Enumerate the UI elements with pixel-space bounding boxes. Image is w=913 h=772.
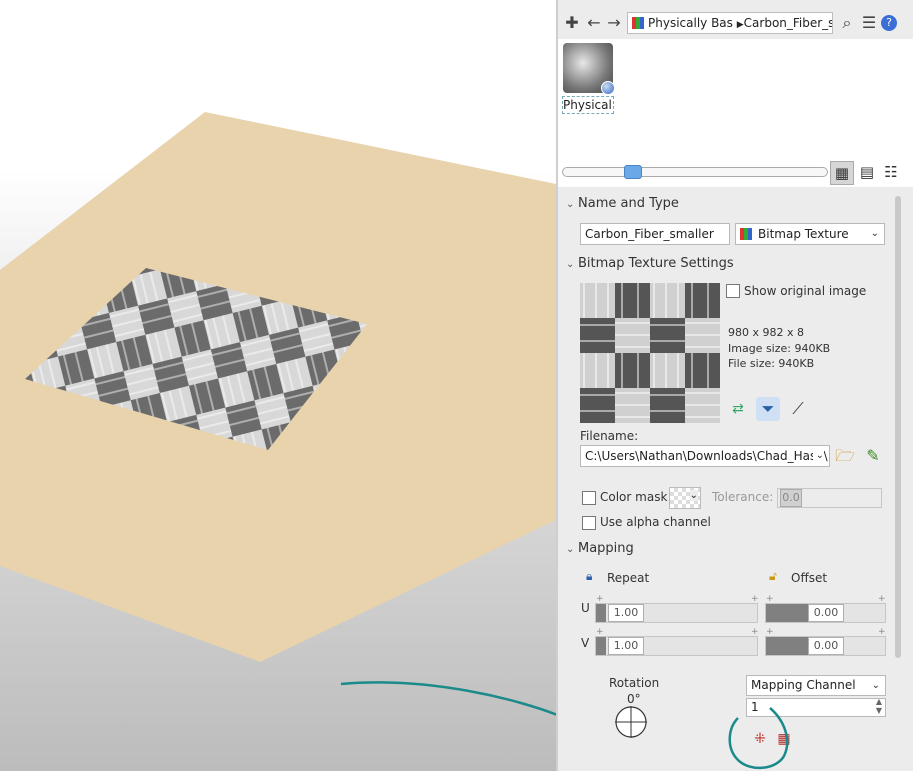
chevron-down-icon: ⌄: [566, 199, 575, 210]
material-thumbnail-list: Physical... ▦ ▤ ☷: [558, 39, 913, 187]
chevron-down-icon: ⌄: [566, 544, 575, 555]
filename-label: Filename:: [580, 429, 639, 443]
new-material-icon[interactable]: ✚: [562, 13, 582, 33]
show-original-checkbox[interactable]: [726, 284, 740, 298]
slider-fill: [766, 637, 808, 655]
menu-icon[interactable]: ☰: [859, 13, 879, 33]
panel-scrollbar[interactable]: [895, 196, 901, 658]
type-dropdown[interactable]: Bitmap Texture ⌄: [735, 223, 885, 245]
material-editor-panel: ✚ ← → Physically Bas ▶Carbon_Fiber_smal …: [556, 0, 913, 771]
repeat-v-value[interactable]: 1.00: [608, 637, 644, 655]
breadcrumb-part-1[interactable]: Physically Bas: [648, 16, 733, 30]
file-size: File size: 940KB: [728, 357, 815, 370]
spinner-arrows-icon[interactable]: ▲ ▼: [876, 699, 882, 715]
slider-fill: [596, 637, 606, 655]
back-arrow-icon[interactable]: ←: [584, 13, 604, 33]
material-swatch-icon: [632, 17, 644, 29]
mapping-channel-value: Mapping Channel: [751, 678, 856, 692]
forward-arrow-icon[interactable]: →: [604, 13, 624, 33]
use-alpha-label: Use alpha channel: [600, 515, 711, 529]
material-thumbnail-label[interactable]: Physical...: [562, 96, 614, 114]
lock-icon[interactable]: 🔒︎: [586, 569, 592, 584]
v-label: V: [581, 636, 590, 650]
toolbar: ✚ ← → Physically Bas ▶Carbon_Fiber_smal …: [558, 9, 913, 39]
3d-viewport[interactable]: [0, 0, 556, 771]
breadcrumb-separator-icon: ▶: [736, 20, 744, 30]
folder-open-icon[interactable]: 🗁: [833, 444, 857, 468]
chevron-down-icon: ⌄: [689, 490, 698, 501]
tolerance-label: Tolerance:: [712, 490, 774, 504]
chevron-down-icon: ⌄: [870, 228, 879, 239]
search-icon[interactable]: ⌕: [837, 13, 857, 33]
offset-u-slider[interactable]: 0.00: [765, 603, 886, 623]
breadcrumb[interactable]: Physically Bas ▶Carbon_Fiber_smal: [627, 12, 833, 34]
bitmap-texture-icon: [740, 228, 752, 240]
tolerance-value[interactable]: 0.0: [780, 489, 802, 507]
type-value: Bitmap Texture: [758, 227, 849, 241]
curve-icon[interactable]: ⟋: [786, 397, 810, 421]
use-alpha-checkbox[interactable]: [582, 516, 596, 530]
name-input[interactable]: Carbon_Fiber_smaller: [580, 223, 730, 245]
invert-icon[interactable]: ⇄: [726, 397, 750, 421]
thumbnail-size-slider[interactable]: [562, 167, 828, 177]
show-original-label: Show original image: [744, 284, 867, 298]
section-mapping[interactable]: ⌄ Mapping: [566, 541, 634, 556]
offset-v-slider[interactable]: 0.00: [765, 636, 886, 656]
repeat-u-value[interactable]: 1.00: [608, 604, 644, 622]
filename-input[interactable]: C:\Users\Nathan\Downloads\Chad_Hase\ ⌄: [580, 445, 830, 467]
section-title: Bitmap Texture Settings: [578, 256, 734, 271]
viewport-scene: [0, 112, 556, 716]
grid-view-icon[interactable]: ▦: [830, 161, 854, 185]
color-mask-label: Color mask: [600, 490, 668, 504]
chevron-down-icon: ⌄: [871, 680, 880, 691]
section-title: Mapping: [578, 541, 634, 556]
help-icon[interactable]: ?: [881, 15, 897, 31]
image-size: Image size: 940KB: [728, 342, 831, 355]
material-ball-icon: [601, 81, 615, 95]
repeat-u-slider[interactable]: 1.00: [595, 603, 758, 623]
image-dimensions: 980 x 982 x 8: [728, 326, 804, 339]
slider-handle[interactable]: [624, 165, 642, 179]
edit-pencil-icon[interactable]: ✎: [861, 444, 885, 468]
offset-u-value[interactable]: 0.00: [808, 604, 844, 622]
u-label: U: [581, 601, 590, 615]
section-title: Name and Type: [578, 196, 679, 211]
slider-fill: [766, 604, 808, 622]
rotation-label: Rotation: [609, 676, 660, 690]
rotation-dial[interactable]: [615, 706, 649, 740]
annotation-circle: [728, 707, 789, 769]
tolerance-slider[interactable]: 0.0: [777, 488, 882, 508]
slider-fill: [596, 604, 606, 622]
filter-icon[interactable]: ⏷: [756, 397, 780, 421]
breadcrumb-part-2[interactable]: Carbon_Fiber_smal: [744, 16, 832, 30]
unlock-icon[interactable]: 🔓︎: [769, 569, 777, 584]
chevron-down-icon: ⌄: [812, 446, 824, 466]
color-mask-checkbox[interactable]: [582, 491, 596, 505]
list-view-icon[interactable]: ▤: [856, 161, 878, 183]
section-name-and-type[interactable]: ⌄ Name and Type: [566, 196, 679, 211]
annotation-arrow-curve: [340, 681, 556, 716]
chevron-down-icon: ⌄: [566, 259, 575, 270]
bitmap-preview-image: [580, 283, 720, 423]
rotation-value: 0°: [627, 692, 641, 706]
repeat-label: Repeat: [607, 571, 650, 585]
section-bitmap-texture-settings[interactable]: ⌄ Bitmap Texture Settings: [566, 256, 734, 271]
repeat-v-slider[interactable]: 1.00: [595, 636, 758, 656]
tree-view-icon[interactable]: ☷: [880, 161, 902, 183]
color-mask-swatch[interactable]: ⌄: [669, 487, 701, 509]
filename-value: C:\Users\Nathan\Downloads\Chad_Hase\: [585, 449, 828, 463]
material-thumbnail[interactable]: [563, 43, 615, 95]
offset-v-value[interactable]: 0.00: [808, 637, 844, 655]
offset-label: Offset: [791, 571, 828, 585]
mapping-channel-dropdown[interactable]: Mapping Channel ⌄: [746, 675, 886, 696]
